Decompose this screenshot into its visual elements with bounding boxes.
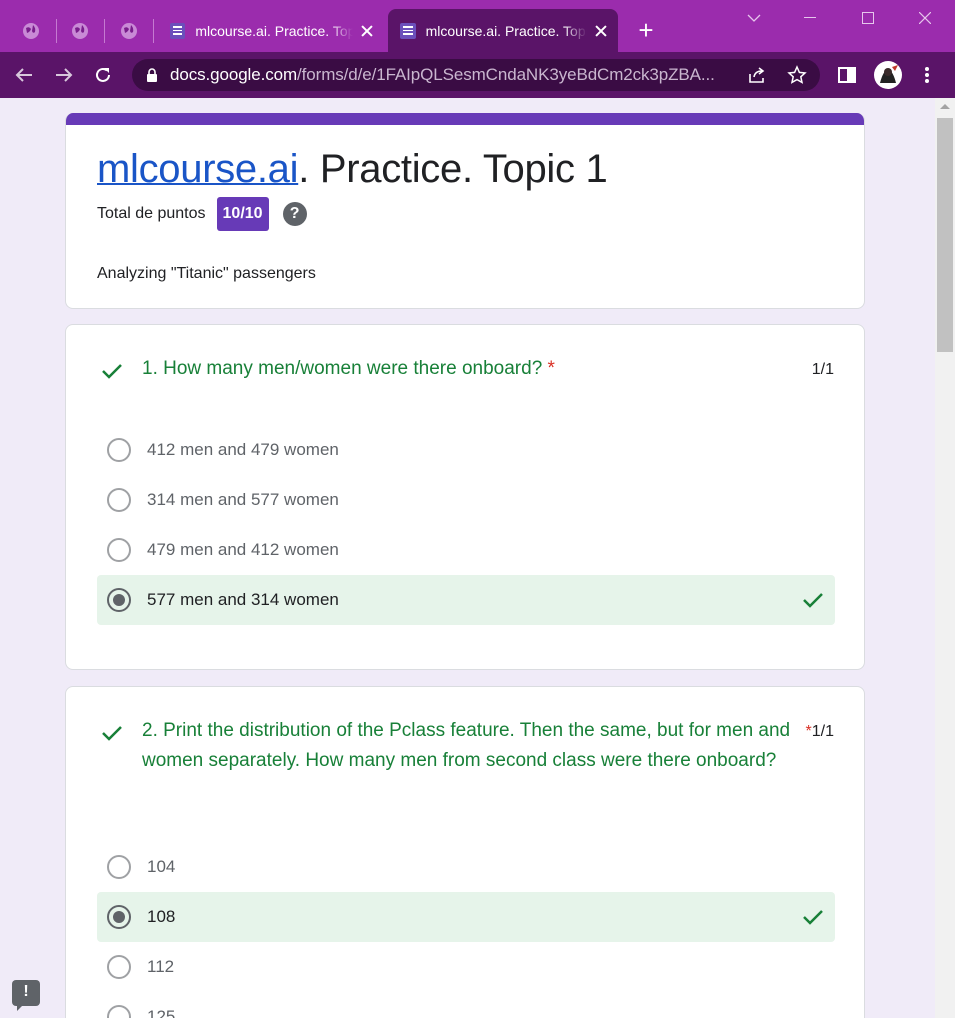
pinned-tab-1[interactable]: [17, 17, 45, 45]
radio-button[interactable]: [107, 1005, 131, 1018]
radio-button[interactable]: [107, 955, 131, 979]
score-label: Total de puntos: [97, 205, 206, 222]
pinned-tab-2[interactable]: [66, 17, 94, 45]
arrow-right-icon: [56, 68, 73, 82]
report-issue-button[interactable]: !: [12, 980, 40, 1011]
share-icon: [749, 67, 765, 83]
option-label: 577 men and 314 women: [147, 590, 339, 609]
url-text: docs.google.com/forms/d/e/1FAIpQLSesmCnd…: [170, 65, 715, 84]
minimize-icon: [804, 17, 816, 18]
tab-title: mlcourse.ai. Practice. Topic 1: [425, 22, 587, 39]
tab-forms-1[interactable]: mlcourse.ai. Practice. Topic 1: [158, 9, 384, 52]
form-description: Analyzing "Titanic" passengers: [97, 265, 316, 282]
share-button[interactable]: [746, 64, 768, 86]
form-header-card: mlcourse.ai. Practice. Topic 1 Total de …: [65, 113, 865, 309]
question-card-1: 1. How many men/women were there onboard…: [65, 324, 865, 670]
option-label: 112: [147, 957, 175, 976]
check-icon: [803, 910, 823, 925]
question-points: 1/1: [811, 361, 834, 378]
globe-icon: [121, 23, 137, 39]
option-label: 314 men and 577 women: [147, 490, 339, 509]
address-bar[interactable]: docs.google.com/forms/d/e/1FAIpQLSesmCnd…: [132, 59, 820, 91]
page-content: mlcourse.ai. Practice. Topic 1 Total de …: [0, 98, 935, 1018]
scroll-up-arrow[interactable]: [940, 104, 950, 109]
star-icon: [787, 65, 807, 84]
back-button[interactable]: [10, 61, 38, 89]
tab-search-button[interactable]: [734, 6, 774, 30]
more-vert-icon: [925, 67, 929, 83]
google-forms-icon: [400, 22, 416, 39]
question-card-2: 2. Print the distribution of the Pclass …: [65, 686, 865, 1018]
radio-button[interactable]: [107, 538, 131, 562]
check-icon: [102, 364, 122, 379]
accent-bar: [66, 113, 864, 125]
radio-button[interactable]: [107, 855, 131, 879]
maximize-icon: [862, 12, 874, 24]
arrow-left-icon: [15, 68, 32, 82]
close-icon[interactable]: [359, 23, 374, 39]
form-title: mlcourse.ai. Practice. Topic 1: [97, 147, 608, 191]
radio-button[interactable]: [107, 438, 131, 462]
google-forms-icon: [170, 22, 186, 39]
question-points: *1/1: [805, 723, 834, 740]
help-icon[interactable]: ?: [282, 202, 307, 226]
close-icon[interactable]: [593, 23, 608, 39]
tab-forms-2[interactable]: mlcourse.ai. Practice. Topic 1: [388, 9, 618, 52]
pinned-tab-3[interactable]: [115, 17, 143, 45]
option[interactable]: 412 men and 479 women: [97, 425, 835, 475]
menu-button[interactable]: [916, 64, 938, 86]
option[interactable]: 112: [97, 942, 835, 992]
option-label: 479 men and 412 women: [147, 540, 339, 559]
side-panel-icon: [838, 67, 856, 83]
maximize-button[interactable]: [848, 6, 888, 30]
option-label: 125: [147, 1007, 176, 1018]
new-tab-button[interactable]: +: [632, 16, 660, 44]
avatar: [874, 61, 902, 89]
option-label: 412 men and 479 women: [147, 440, 339, 459]
scrollbar-thumb[interactable]: [937, 118, 953, 352]
question-text: 2. Print the distribution of the Pclass …: [142, 720, 791, 771]
question-text: 1. How many men/women were there onboard…: [142, 358, 555, 379]
score-badge: 10/10: [216, 197, 269, 231]
check-icon: [102, 726, 122, 741]
lock-icon: [147, 68, 157, 82]
window-close-button[interactable]: [905, 6, 945, 30]
close-icon: [919, 12, 931, 24]
side-panel-button[interactable]: [836, 64, 858, 86]
option-label: 104: [147, 857, 176, 876]
option[interactable]: 479 men and 412 women: [97, 525, 835, 575]
option[interactable]: 125: [97, 992, 835, 1018]
option[interactable]: 104: [97, 842, 835, 892]
bookmark-button[interactable]: [786, 64, 808, 86]
forward-button[interactable]: [50, 61, 78, 89]
globe-icon: [23, 23, 39, 39]
browser-titlebar: mlcourse.ai. Practice. Topic 1 mlcourse.…: [0, 0, 955, 52]
radio-button-checked[interactable]: [107, 905, 131, 929]
tab-title: mlcourse.ai. Practice. Topic 1: [195, 22, 353, 39]
option-label: 108: [147, 907, 176, 926]
option-selected-correct[interactable]: 577 men and 314 women: [97, 575, 835, 625]
form-title-link[interactable]: mlcourse.ai: [97, 147, 299, 191]
check-icon: [803, 593, 823, 608]
radio-button[interactable]: [107, 488, 131, 512]
globe-icon: [72, 23, 88, 39]
reload-icon: [96, 67, 110, 82]
minimize-button[interactable]: [790, 6, 830, 30]
reload-button[interactable]: [89, 61, 117, 89]
radio-button-checked[interactable]: [107, 588, 131, 612]
score-row: Total de puntos 10/10 ?: [97, 197, 307, 231]
profile-avatar[interactable]: [874, 61, 902, 89]
option[interactable]: 314 men and 577 women: [97, 475, 835, 525]
chevron-down-icon: [747, 14, 761, 22]
page-scrollbar[interactable]: [935, 98, 955, 1018]
option-selected-correct[interactable]: 108: [97, 892, 835, 942]
